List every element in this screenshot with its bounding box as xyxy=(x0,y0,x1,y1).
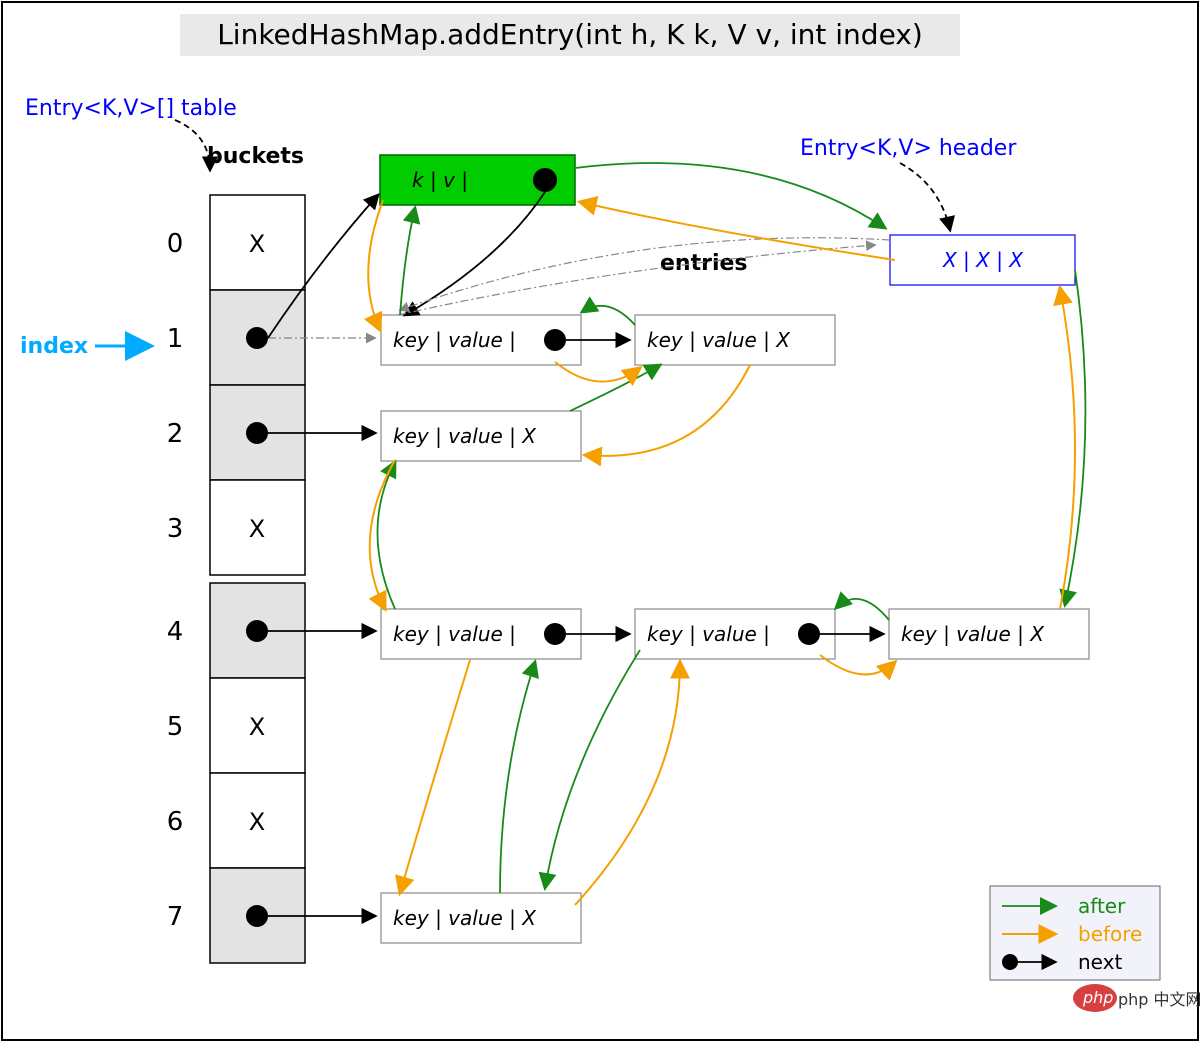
bucket-cell xyxy=(246,620,268,642)
header-label: Entry<K,V> header xyxy=(800,136,1017,161)
table-label: Entry<K,V>[] table xyxy=(25,96,237,121)
bucket-index: 1 xyxy=(167,324,184,354)
bucket-index: 4 xyxy=(167,617,184,647)
entry-text: key | value | xyxy=(647,622,770,646)
new-entry-next-dot xyxy=(533,168,557,192)
bucket-cell: X xyxy=(249,515,265,543)
legend-next: next xyxy=(1078,950,1122,974)
bucket-index: 5 xyxy=(167,712,184,742)
entries-heading: entries xyxy=(660,251,748,276)
header-entry-text: X | X | X xyxy=(942,248,1024,272)
entry-text: key | value | X xyxy=(647,328,791,352)
entry-next-dot xyxy=(798,623,820,645)
bucket-cell xyxy=(246,327,268,349)
legend-before: before xyxy=(1078,922,1142,946)
bucket-cell xyxy=(246,905,268,927)
bucket-cell xyxy=(246,422,268,444)
entry-text: key | value | X xyxy=(393,424,537,448)
bucket-index: 2 xyxy=(167,419,184,449)
bucket-index: 6 xyxy=(167,807,184,837)
new-entry-text: k | v | xyxy=(412,168,468,192)
bucket-cell: X xyxy=(249,713,265,741)
bucket-cell: X xyxy=(249,808,265,836)
diagram-canvas: LinkedHashMap.addEntry(int h, K k, V v, … xyxy=(0,0,1200,1042)
bucket-index: 0 xyxy=(167,229,184,259)
entry-text: key | value | xyxy=(393,622,516,646)
index-label: index xyxy=(20,334,88,359)
svg-text:php: php xyxy=(1082,988,1113,1007)
bucket-index: 3 xyxy=(167,514,184,544)
entry-next-dot xyxy=(544,623,566,645)
entry-text: key | value | X xyxy=(393,906,537,930)
entry-next-dot xyxy=(544,329,566,351)
entry-text: key | value | X xyxy=(901,622,1045,646)
legend: after before next xyxy=(990,886,1160,980)
page-title: LinkedHashMap.addEntry(int h, K k, V v, … xyxy=(217,18,923,51)
buckets-heading: buckets xyxy=(207,144,304,169)
legend-after: after xyxy=(1078,894,1126,918)
svg-text:php 中文网: php 中文网 xyxy=(1118,990,1200,1009)
bucket-index: 7 xyxy=(167,902,184,932)
bucket-cell: X xyxy=(249,230,265,258)
entry-text: key | value | xyxy=(393,328,516,352)
